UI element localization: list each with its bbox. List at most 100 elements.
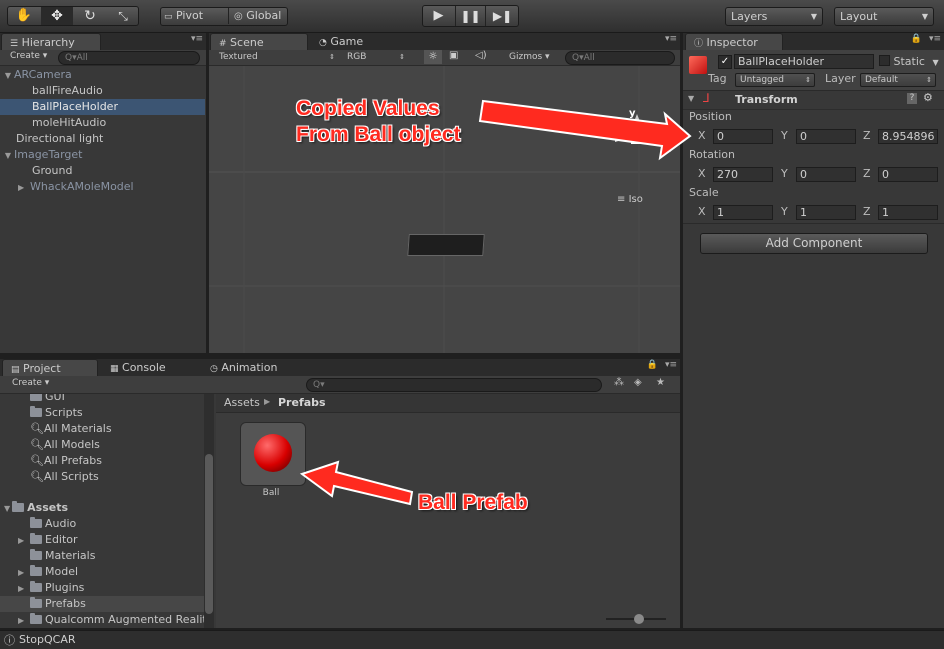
tree-item-ground[interactable]: Ground [0, 163, 205, 179]
filter-label-icon[interactable]: ◈ [634, 377, 642, 388]
step-button[interactable]: ▶❚ [487, 6, 518, 26]
object-name-field[interactable]: BallPlaceHolder [734, 54, 874, 69]
tree-item-plugins[interactable]: ▶ Plugins [0, 580, 204, 596]
tree-item-assets[interactable]: ▼ Assets [0, 500, 204, 516]
lighting-toggle-icon[interactable]: ☼ [424, 50, 442, 64]
tree-item-all-prefabs[interactable]: 🔍︎All Prefabs [0, 453, 204, 469]
chevron-down-icon: ▼ [932, 58, 939, 67]
layers-dropdown[interactable]: Layers ▼ [725, 7, 823, 26]
render-mode-dropdown[interactable]: Textured ⇕ [215, 51, 339, 65]
panel-menu-icon[interactable]: ▾≡ [665, 360, 677, 370]
move-tool-button[interactable]: ✥ [41, 7, 73, 25]
tree-item-directional-light[interactable]: Directional light [0, 131, 205, 147]
tree-item-molehitaudio[interactable]: moleHitAudio [0, 115, 205, 131]
tab-console[interactable]: ▦ Console [102, 359, 198, 376]
layout-dropdown[interactable]: Layout ▼ [834, 7, 934, 26]
tree-item-all-scripts[interactable]: 🔍︎All Scripts [0, 469, 204, 485]
tree-item-ballfireaudio[interactable]: ballFireAudio [0, 83, 205, 99]
gizmos-dropdown[interactable]: Gizmos ▾ [505, 51, 561, 65]
static-toggle[interactable]: Static ▼ [879, 55, 939, 68]
position-y-field[interactable]: 0 [796, 129, 856, 144]
hierarchy-create-button[interactable]: Create ▾ [10, 51, 47, 61]
project-tree-scrollbar[interactable] [204, 394, 214, 628]
hierarchy-search-input[interactable]: Q▾All [58, 51, 200, 65]
tree-item-prefabs[interactable]: Prefabs [0, 596, 204, 612]
rotation-y-field[interactable]: 0 [796, 167, 856, 182]
tree-item-scripts[interactable]: Scripts [0, 405, 204, 421]
orientation-gizmo[interactable] [605, 106, 669, 166]
position-z-field[interactable]: 8.954896 [878, 129, 938, 144]
tree-item-materials[interactable]: Materials [0, 548, 204, 564]
iso-label: Iso [628, 194, 643, 205]
scale-x-label: X [698, 205, 706, 218]
asset-ball[interactable]: Ball [238, 422, 306, 502]
scale-y-field[interactable]: 1 [796, 205, 856, 220]
scene-search-input[interactable]: Q▾All [565, 51, 675, 65]
projection-toggle[interactable]: ≡ Iso [617, 194, 643, 205]
slider-thumb[interactable] [634, 614, 644, 624]
hand-tool-button[interactable]: ✋ [8, 7, 40, 25]
breadcrumb-assets[interactable]: Assets [224, 396, 260, 409]
panel-menu-icon[interactable]: ▾≡ [929, 34, 941, 44]
panel-menu-icon[interactable]: ▾≡ [665, 34, 677, 44]
tab-hierarchy[interactable]: ☰ Hierarchy [1, 33, 101, 50]
scale-x-field[interactable]: 1 [713, 205, 773, 220]
lock-icon[interactable]: 🔒 [911, 34, 922, 44]
main-toolbar: ✋ ✥ ↻ ⤡ ▭ Pivot ◎ Global ▶ ❚❚ ▶❚ Layers … [0, 0, 944, 33]
status-message[interactable]: StopQCAR [19, 633, 76, 646]
global-toggle[interactable]: ◎ Global [228, 8, 288, 24]
transform-header[interactable]: ▼ ⅃ Transform ? ⚙ [683, 91, 944, 110]
scene-object-plane[interactable] [407, 234, 485, 256]
layer-dropdown[interactable]: Default ⇕ [860, 73, 936, 87]
add-component-button[interactable]: Add Component [700, 233, 928, 254]
project-search-input[interactable]: Q▾ [306, 378, 602, 392]
annotation-copied-line1: Copied Values [296, 97, 440, 120]
tree-item-gui[interactable]: GUI [0, 394, 204, 405]
tree-item-whackamolemodel[interactable]: ▶ WhackAMoleModel [0, 179, 205, 195]
tab-scene[interactable]: # Scene [210, 33, 308, 50]
project-create-button[interactable]: Create ▾ [12, 378, 49, 388]
tab-project[interactable]: ▤ Project [2, 359, 98, 376]
tree-item-audio[interactable]: Audio [0, 516, 204, 532]
scrollbar-thumb[interactable] [205, 454, 213, 614]
tab-animation[interactable]: ◷ Animation [202, 359, 302, 376]
chevron-down-icon: ▼ [810, 12, 817, 21]
tree-item-arcamera[interactable]: ▼ ARCamera [0, 67, 205, 83]
image-toggle-icon[interactable]: ▣ [449, 50, 458, 61]
pivot-toggle[interactable]: ▭ Pivot [164, 8, 224, 24]
rotation-z-field[interactable]: 0 [878, 167, 938, 182]
breadcrumb-prefabs[interactable]: Prefabs [278, 396, 326, 409]
collapse-arrow-icon: ▶ [18, 568, 25, 577]
rotate-tool-button[interactable]: ↻ [74, 7, 106, 25]
tree-item-model[interactable]: ▶ Model [0, 564, 204, 580]
gear-icon[interactable]: ⚙ [923, 91, 933, 104]
tab-inspector[interactable]: ⓘ Inspector [685, 33, 783, 50]
tree-item-qualcomm-augmented-reality[interactable]: ▶ Qualcomm Augmented Reality [0, 612, 204, 628]
rotation-x-field[interactable]: 270 [713, 167, 773, 182]
thumbnail-size-slider[interactable] [606, 614, 666, 624]
tree-item-editor[interactable]: ▶ Editor [0, 532, 204, 548]
tab-game[interactable]: ◔ Game [311, 33, 409, 50]
active-checkbox[interactable]: ✓ [718, 55, 732, 69]
tree-item-imagetarget[interactable]: ▼ ImageTarget [0, 147, 205, 163]
scale-tool-button[interactable]: ⤡ [107, 7, 139, 25]
updown-icon: ⇕ [399, 53, 405, 61]
tree-item-all-models[interactable]: 🔍︎All Models [0, 437, 204, 453]
axis-y-label: y [629, 108, 636, 119]
hierarchy-panel: ☰ Hierarchy ▾≡ Create ▾ Q▾All ▼ ARCamera … [0, 33, 206, 353]
tree-item-all-materials[interactable]: 🔍︎All Materials [0, 421, 204, 437]
panel-menu-icon[interactable]: ▾≡ [191, 34, 203, 44]
help-icon[interactable]: ? [907, 93, 917, 104]
filter-type-icon[interactable]: ⁂ [614, 377, 624, 388]
pause-button[interactable]: ❚❚ [455, 6, 486, 26]
tag-dropdown[interactable]: Untagged ⇕ [735, 73, 815, 87]
tree-item-label: All Prefabs [44, 454, 102, 467]
scale-z-field[interactable]: 1 [878, 205, 938, 220]
tree-item-ballplaceholder[interactable]: BallPlaceHolder [0, 99, 205, 115]
favorite-star-icon[interactable]: ★ [656, 377, 665, 388]
audio-toggle-icon[interactable]: ◁) [475, 50, 487, 61]
play-button[interactable]: ▶ [423, 6, 454, 26]
position-x-field[interactable]: 0 [713, 129, 773, 144]
lock-icon[interactable]: 🔒 [647, 360, 658, 370]
color-channel-dropdown[interactable]: RGB ⇕ [343, 51, 409, 65]
